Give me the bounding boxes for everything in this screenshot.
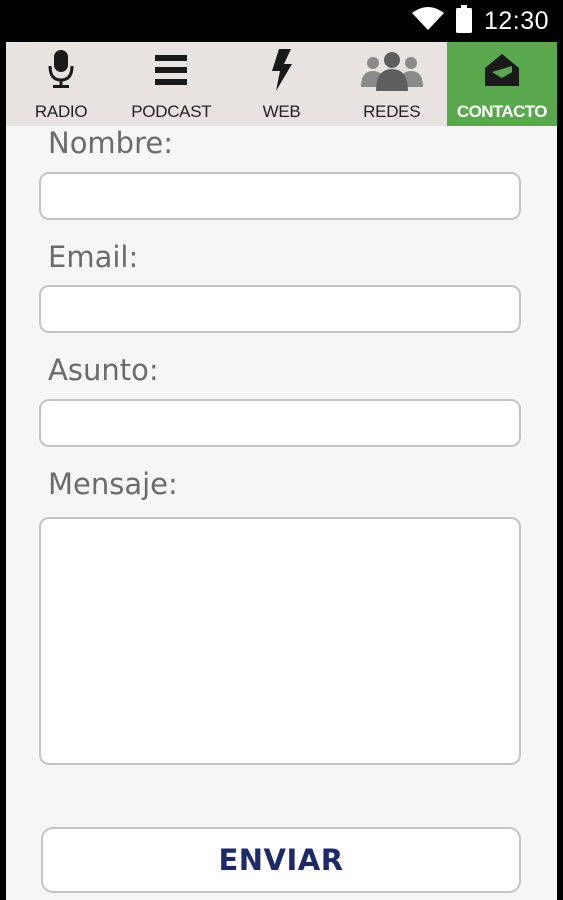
battery-icon	[455, 5, 472, 37]
nav-item-radio[interactable]: RADIO	[6, 42, 116, 126]
nav-item-podcast[interactable]: PODCAST	[116, 42, 226, 126]
nav-label-web: WEB	[262, 102, 301, 121]
app-frame: RADIO PODCAST WEB REDES CONTACTO Nombre:…	[6, 42, 557, 900]
email-field[interactable]	[39, 285, 521, 333]
nav-bar: RADIO PODCAST WEB REDES CONTACTO	[6, 42, 557, 126]
lightning-icon	[271, 42, 293, 98]
name-field[interactable]	[39, 172, 521, 220]
nav-item-redes[interactable]: REDES	[337, 42, 447, 126]
nav-label-redes: REDES	[363, 102, 421, 121]
nav-label-podcast: PODCAST	[131, 102, 212, 121]
list-icon	[155, 42, 188, 98]
message-field[interactable]	[39, 517, 521, 765]
microphone-icon	[48, 42, 74, 98]
subject-field[interactable]	[39, 399, 521, 447]
email-label: Email:	[48, 240, 139, 274]
name-label: Nombre:	[48, 126, 173, 160]
nav-label-radio: RADIO	[34, 102, 88, 121]
status-icons: 12:30	[411, 0, 549, 42]
send-button[interactable]: ENVIAR	[41, 827, 521, 893]
people-icon	[360, 42, 423, 98]
nav-item-web[interactable]: WEB	[226, 42, 336, 126]
message-label: Mensaje:	[48, 467, 178, 501]
status-time: 12:30	[483, 6, 549, 35]
envelope-icon	[483, 42, 521, 98]
nav-label-contacto: CONTACTO	[456, 102, 548, 121]
subject-label: Asunto:	[48, 353, 159, 387]
status-bar: 12:30	[0, 0, 563, 42]
wifi-icon	[411, 7, 444, 35]
nav-item-contacto[interactable]: CONTACTO	[446, 42, 557, 126]
